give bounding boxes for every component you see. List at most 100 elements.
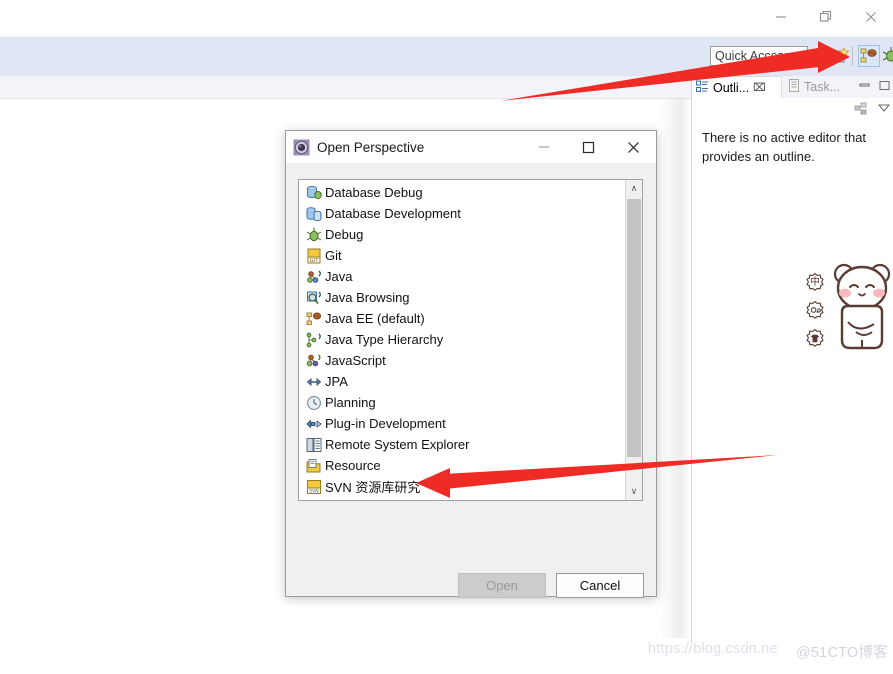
java-browsing-icon bbox=[305, 289, 322, 306]
dialog-button-bar: Open Cancel bbox=[286, 573, 656, 613]
remote-system-explorer-icon bbox=[305, 436, 322, 453]
java-type-hierarchy-icon bbox=[305, 331, 322, 348]
database-development-icon bbox=[305, 205, 322, 222]
view-window-controls bbox=[858, 79, 891, 95]
list-item[interactable]: Java bbox=[299, 266, 625, 287]
list-item[interactable]: Resource bbox=[299, 455, 625, 476]
ime-punctuation-mode-badge[interactable]: 。 bbox=[804, 300, 826, 322]
list-item[interactable]: JPA bbox=[299, 371, 625, 392]
tab-tasks[interactable]: Task... bbox=[784, 76, 862, 98]
svn-repository-icon: SVN bbox=[305, 478, 322, 495]
list-item[interactable]: Java Browsing bbox=[299, 287, 625, 308]
list-item-label: Java bbox=[325, 269, 353, 284]
ime-floating-panel[interactable]: 中 。 👕 bbox=[800, 260, 893, 352]
list-item-label: Java Type Hierarchy bbox=[325, 332, 444, 347]
java-icon bbox=[305, 268, 322, 285]
list-item-label: Planning bbox=[325, 395, 376, 410]
window-close-button[interactable] bbox=[848, 2, 893, 32]
tasks-icon bbox=[788, 79, 800, 95]
outline-view-panel: Outli... ⌧ Task... There is no active ed… bbox=[692, 76, 893, 636]
scroll-down-icon[interactable]: ∨ bbox=[626, 483, 642, 500]
list-item-label: Database Development bbox=[325, 206, 461, 221]
plugin-development-icon bbox=[305, 415, 322, 432]
quick-access-input[interactable]: Quick Access bbox=[710, 46, 808, 66]
list-item[interactable]: Remote System Explorer bbox=[299, 434, 625, 455]
open-button[interactable]: Open bbox=[458, 573, 546, 598]
open-perspective-dialog: Open Perspective Database Debug Database… bbox=[285, 130, 657, 598]
dialog-title: Open Perspective bbox=[317, 139, 425, 155]
scroll-up-icon[interactable]: ∧ bbox=[626, 180, 642, 197]
outline-view-toolbar bbox=[692, 100, 893, 122]
debug-perspective-icon[interactable] bbox=[881, 45, 893, 67]
dialog-window-controls bbox=[521, 131, 656, 163]
dialog-close-button[interactable] bbox=[611, 131, 656, 163]
list-item[interactable]: SVN SVN 资源库研究 bbox=[299, 476, 625, 497]
watermark-url: https://blog.csdn.ne bbox=[648, 641, 778, 657]
perspective-listbox[interactable]: Database Debug Database Development Debu… bbox=[298, 179, 643, 501]
maximize-view-icon[interactable] bbox=[878, 79, 891, 95]
watermark-brand: @51CTO博客 bbox=[796, 645, 888, 661]
list-item-label: Java Browsing bbox=[325, 290, 410, 305]
dialog-minimize-button[interactable] bbox=[521, 131, 566, 163]
outline-icon bbox=[696, 80, 709, 96]
java-ee-icon bbox=[305, 310, 322, 327]
open-perspective-icon[interactable] bbox=[828, 45, 850, 67]
java-ee-perspective-icon[interactable] bbox=[858, 45, 880, 67]
tab-outline[interactable]: Outli... ⌧ bbox=[692, 76, 782, 98]
tab-tasks-label: Task... bbox=[804, 80, 841, 94]
scrollbar-thumb[interactable] bbox=[627, 199, 641, 457]
list-item[interactable]: Planning bbox=[299, 392, 625, 413]
list-item-label: Debug bbox=[325, 227, 364, 242]
dialog-titlebar[interactable]: Open Perspective bbox=[286, 131, 656, 163]
tab-outline-label: Outli... bbox=[713, 80, 750, 95]
toolbar-drag-handle[interactable] bbox=[815, 46, 819, 66]
dialog-maximize-button[interactable] bbox=[566, 131, 611, 163]
list-item-label: JPA bbox=[325, 374, 348, 389]
window-controls bbox=[758, 0, 893, 34]
list-item[interactable]: Java Type Hierarchy bbox=[299, 329, 625, 350]
cancel-button[interactable]: Cancel bbox=[556, 573, 644, 598]
list-item[interactable]: Java EE (default) bbox=[299, 308, 625, 329]
list-item-label: Remote System Explorer bbox=[325, 437, 470, 452]
ime-skin-badge[interactable]: 👕 bbox=[804, 328, 826, 350]
list-item-label: SVN 资源库研究 bbox=[325, 480, 421, 495]
list-item[interactable]: Database Debug bbox=[299, 182, 625, 203]
resource-icon bbox=[305, 457, 322, 474]
sort-outline-icon[interactable] bbox=[854, 102, 869, 120]
list-item-label: Database Debug bbox=[325, 185, 423, 200]
debug-icon bbox=[305, 226, 322, 243]
list-item[interactable]: Debug bbox=[299, 224, 625, 245]
ime-language-mode-badge[interactable]: 中 bbox=[804, 272, 826, 294]
dialog-body: Database Debug Database Development Debu… bbox=[286, 163, 656, 598]
list-item-label: Git bbox=[325, 248, 342, 263]
list-item[interactable]: JavaScript bbox=[299, 350, 625, 371]
list-item-label: JavaScript bbox=[325, 353, 386, 368]
editor-area-shadow bbox=[660, 98, 690, 638]
outline-empty-message: There is no active editor that provides … bbox=[702, 130, 867, 164]
list-item[interactable]: Plug-in Development bbox=[299, 413, 625, 434]
watermark: https://blog.csdn.ne @51CTO博客 bbox=[648, 641, 888, 661]
panda-mascot bbox=[830, 260, 893, 352]
minimize-view-icon[interactable] bbox=[858, 79, 871, 95]
git-icon: GIT bbox=[305, 247, 322, 264]
svg-text:SVN: SVN bbox=[309, 488, 319, 494]
perspective-list-scrollbar[interactable]: ∧ ∨ bbox=[625, 180, 642, 500]
window-minimize-button[interactable] bbox=[758, 2, 803, 32]
list-item[interactable]: Database Development bbox=[299, 203, 625, 224]
window-restore-button[interactable] bbox=[803, 2, 848, 32]
window-titlebar bbox=[0, 0, 893, 34]
jpa-icon bbox=[305, 373, 322, 390]
ime-language-mode-label: 中 bbox=[810, 277, 820, 288]
view-tabbar: Outli... ⌧ Task... bbox=[692, 76, 893, 98]
list-item[interactable]: GIT Git bbox=[299, 245, 625, 266]
toolbar-separator bbox=[852, 46, 853, 66]
planning-icon bbox=[305, 394, 322, 411]
list-item-label: Resource bbox=[325, 458, 381, 473]
list-item-label: Java EE (default) bbox=[325, 311, 425, 326]
list-item-label: Plug-in Development bbox=[325, 416, 446, 431]
ide-window: Quick Access Outli... ⌧ Task... There is… bbox=[0, 0, 893, 674]
close-icon[interactable]: ⌧ bbox=[753, 81, 766, 94]
perspective-list: Database Debug Database Development Debu… bbox=[299, 180, 625, 497]
view-menu-icon[interactable] bbox=[877, 102, 891, 117]
javascript-icon bbox=[305, 352, 322, 369]
